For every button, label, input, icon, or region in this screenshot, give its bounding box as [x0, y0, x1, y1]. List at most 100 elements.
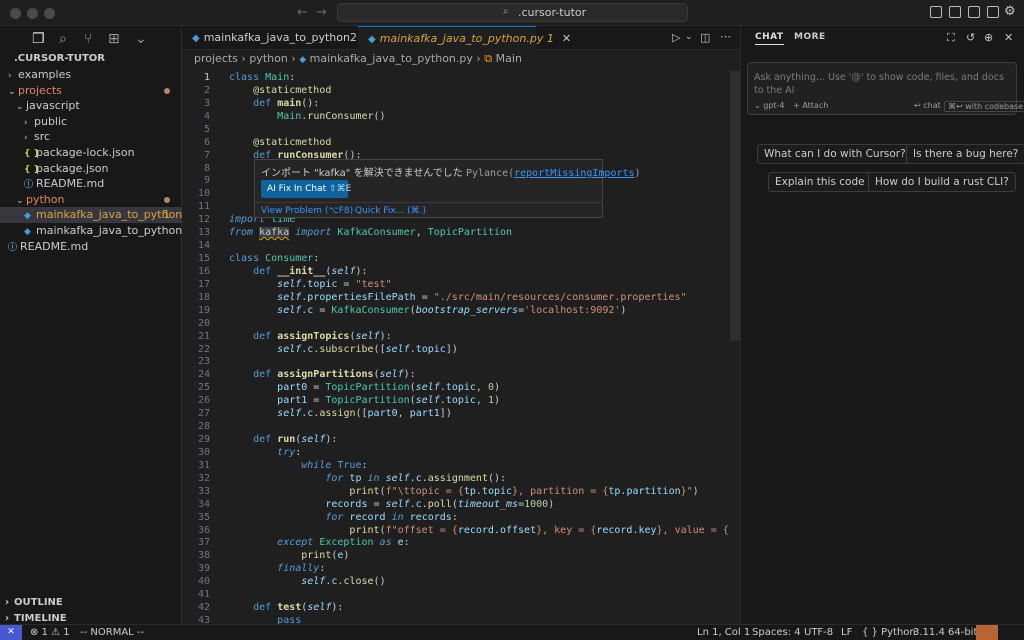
code-text: print(f"\ttopic = {tp.topic}, partition …	[349, 485, 699, 497]
chat-submit-hint[interactable]: ↩ chat	[914, 101, 941, 110]
code-token: c	[307, 408, 314, 420]
line-number: 40	[197, 576, 210, 588]
close-icon[interactable]: ✕	[1004, 31, 1013, 44]
source-control-icon[interactable]: ⑂	[84, 31, 92, 47]
code-token: partition	[626, 485, 681, 497]
tree-file[interactable]: { }package-lock.json	[0, 145, 182, 161]
rule-link[interactable]: reportMissingImports	[514, 168, 634, 179]
tab-more[interactable]: MORE	[794, 32, 826, 42]
forward-arrow-icon[interactable]: →	[316, 5, 327, 20]
tree-folder[interactable]: ⌄ javascript	[0, 98, 182, 114]
code-token: self	[277, 278, 302, 290]
tree-file[interactable]: ⓘ README.md	[0, 239, 182, 255]
code-text: part1 = TopicPartition(self.topic, 1)	[277, 395, 501, 407]
tree-folder[interactable]: › src	[0, 129, 182, 145]
code-text: Main.runConsumer()	[277, 110, 386, 122]
breadcrumb-item[interactable]: python	[249, 52, 287, 65]
files-icon[interactable]: ❐	[32, 31, 45, 47]
run-icon[interactable]: ▷	[672, 31, 680, 44]
window-minimize-button[interactable]	[27, 8, 38, 19]
tree-folder[interactable]: ⌄ projects	[0, 83, 182, 99]
code-token: topic	[445, 395, 476, 407]
tab-mainkafka-java-to-python2[interactable]: ◆ mainkafka_java_to_python2.py	[182, 26, 374, 50]
codebase-submit-hint[interactable]: ⌘↩ with codebase	[944, 101, 1024, 112]
ai-fix-in-chat-button[interactable]: AI Fix In Chat ⇧⌘E	[261, 180, 351, 198]
code-token: class	[229, 72, 260, 83]
code-token: def	[253, 330, 272, 342]
notifications-bell-icon[interactable]	[976, 625, 998, 640]
language-status[interactable]: { } Python	[862, 625, 916, 640]
tab-chat[interactable]: CHAT	[755, 32, 784, 45]
model-selector[interactable]: gpt-4	[763, 101, 784, 110]
code-token: key	[638, 524, 657, 536]
eol-status[interactable]: LF	[841, 625, 852, 640]
code-token: print	[349, 485, 380, 497]
code-token: topic	[415, 343, 446, 355]
toggle-sidebar-icon[interactable]	[930, 6, 942, 18]
interpreter-status[interactable]: 3.11.4 64-bit	[913, 625, 977, 640]
chat-input[interactable]: Ask anything... Use '@' to show code, fi…	[747, 62, 1024, 115]
back-arrow-icon[interactable]: ←	[297, 5, 308, 20]
close-tab-icon[interactable]: ✕	[562, 32, 571, 45]
line-number: 43	[197, 615, 210, 624]
line-number: 33	[197, 485, 210, 497]
editor-scrollbar[interactable]	[730, 71, 740, 341]
tab-mainkafka-java-to-python[interactable]: ◆ mainkafka_java_to_python.py 1 ✕	[358, 26, 571, 50]
cursor-position-status[interactable]: Ln 1, Col 1	[697, 625, 750, 640]
code-token: self	[415, 382, 440, 394]
code-token: record	[349, 511, 386, 523]
suggestion-button[interactable]: How do I build a rust CLI?	[868, 172, 1016, 192]
suggestion-button[interactable]: Explain this code	[768, 172, 872, 192]
problem-count-badge: 1	[163, 208, 170, 222]
chevron-down-icon: ⌄	[754, 101, 761, 110]
tree-file[interactable]: { }package.json	[0, 161, 182, 177]
code-token: in	[367, 472, 380, 484]
chevron-down-icon[interactable]: ⌄	[685, 32, 693, 42]
chevron-right-icon: ›	[24, 117, 28, 128]
tree-file[interactable]: ⓘ README.md	[0, 176, 182, 192]
toggle-secondary-sidebar-icon[interactable]	[968, 6, 980, 18]
tree-folder[interactable]: › examples	[0, 67, 182, 83]
suggestion-button[interactable]: What can I do with Cursor?	[757, 144, 913, 164]
code-token: c	[307, 343, 314, 355]
remote-indicator-icon[interactable]: ✕	[0, 625, 22, 640]
new-chat-icon[interactable]: ⊕	[984, 31, 993, 44]
view-problem-link[interactable]: View Problem (⌥F8)	[261, 203, 353, 219]
breadcrumb-item[interactable]: Main	[496, 52, 522, 65]
toggle-panel-icon[interactable]	[949, 6, 961, 18]
attach-button[interactable]: + Attach	[793, 101, 828, 110]
tree-file[interactable]: ◆ mainkafka_java_to_python2.py	[0, 223, 206, 239]
encoding-status[interactable]: UTF-8	[804, 625, 833, 640]
code-text: print(e)	[301, 550, 350, 562]
code-token: self	[277, 304, 302, 316]
history-icon[interactable]: ↺	[966, 31, 975, 44]
settings-gear-icon[interactable]: ⚙	[1004, 4, 1016, 19]
problems-status[interactable]: ⊗ 1 ⚠ 1	[30, 625, 70, 640]
outline-section[interactable]: › OUTLINE	[0, 595, 182, 611]
tree-folder[interactable]: ⌄ python	[0, 192, 182, 208]
tree-file[interactable]: ◆ mainkafka_java_to_python.... 1	[0, 207, 196, 224]
code-editor[interactable]: 1 class Main: 2 @staticmethod 3 def main():…	[182, 71, 730, 624]
code-token: def	[253, 369, 272, 381]
extensions-icon[interactable]: ⊞	[108, 31, 120, 47]
window-zoom-button[interactable]	[44, 8, 55, 19]
chevron-down-icon[interactable]: ⌄	[135, 31, 147, 47]
code-token: try	[277, 446, 296, 458]
tree-item-label: mainkafka_java_to_python....	[36, 208, 197, 222]
indentation-status[interactable]: Spaces: 4	[752, 625, 801, 640]
line-number: 26	[197, 395, 210, 407]
window-close-button[interactable]	[10, 8, 21, 19]
search-icon[interactable]: ⌕	[59, 31, 67, 47]
tree-folder[interactable]: › public	[0, 114, 182, 130]
split-editor-icon[interactable]: ◫	[700, 31, 710, 44]
code-token: as	[379, 537, 392, 549]
line-number: 2	[203, 84, 210, 96]
command-center-search[interactable]: ⌕ .cursor-tutor	[337, 3, 688, 22]
maximize-icon[interactable]: ⛶	[947, 31, 955, 45]
more-actions-icon[interactable]: ⋯	[720, 30, 731, 43]
suggestion-button[interactable]: Is there a bug here?	[906, 144, 1024, 164]
breadcrumb-item[interactable]: mainkafka_java_to_python.py	[310, 52, 473, 65]
breadcrumb-item[interactable]: projects	[194, 52, 238, 65]
customize-layout-icon[interactable]	[987, 6, 999, 18]
quick-fix-link[interactable]: Quick Fix... (⌘.)	[355, 203, 426, 219]
